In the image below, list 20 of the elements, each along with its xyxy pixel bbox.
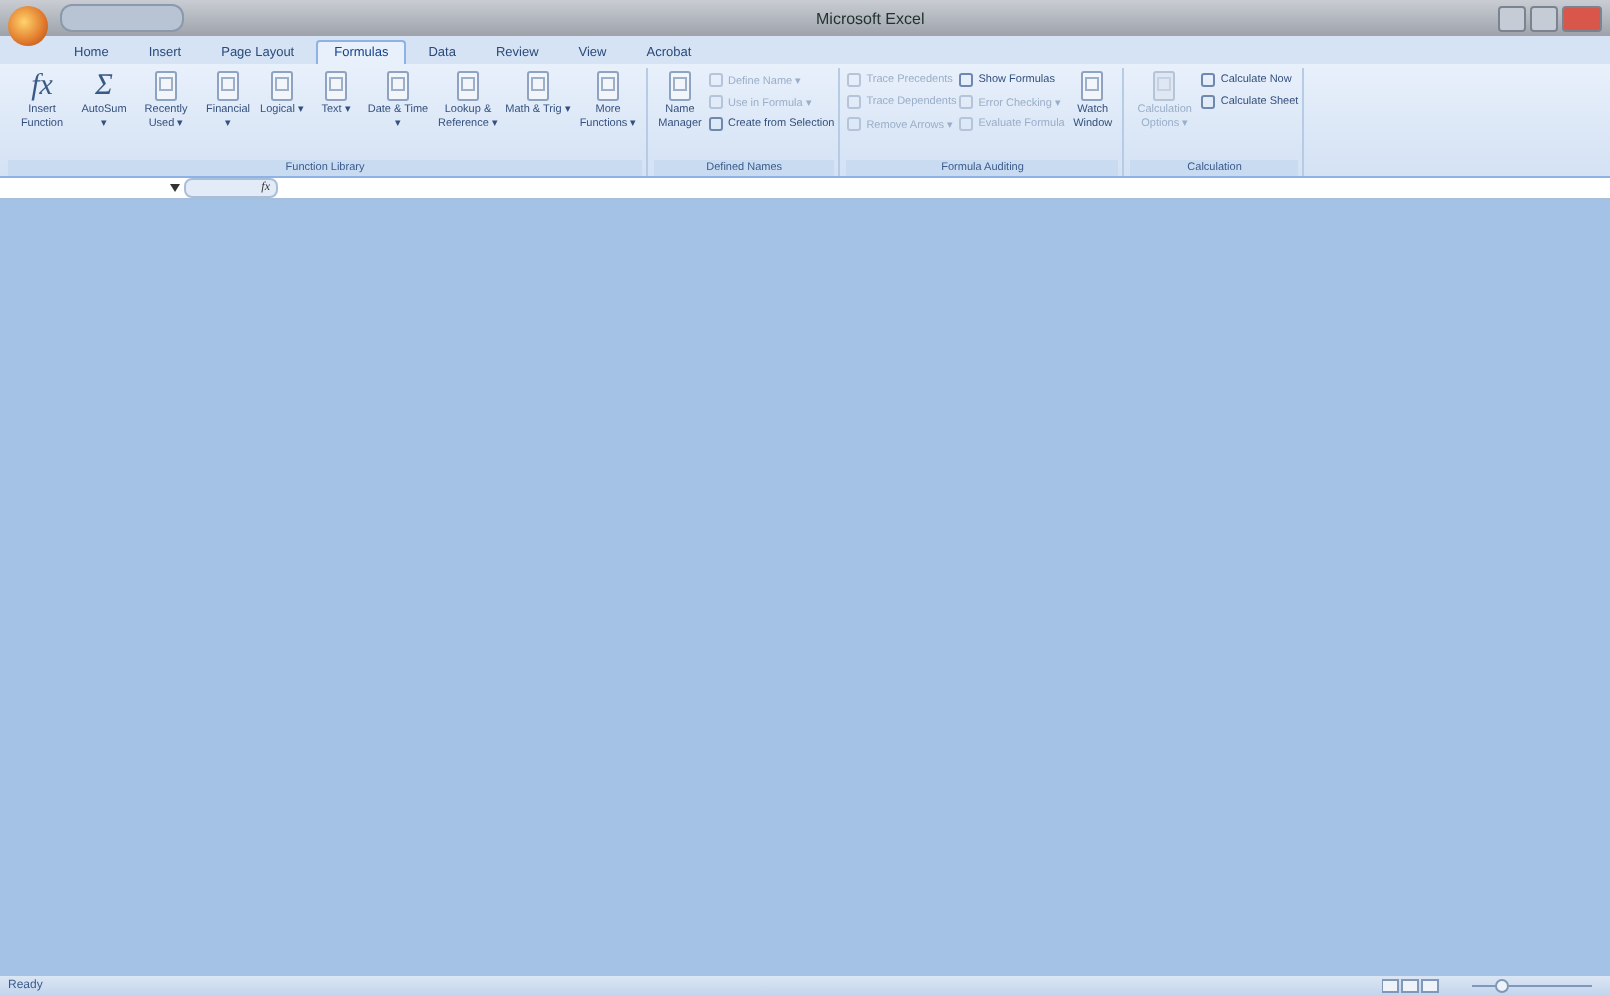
document-icon [664, 68, 696, 104]
document-icon [212, 68, 244, 104]
window-title: Microsoft Excel [816, 9, 925, 27]
document-icon [320, 68, 352, 104]
document-icon [1148, 68, 1181, 104]
quick-access-toolbar[interactable] [60, 4, 184, 32]
document-icon [1076, 68, 1109, 104]
document-icon [382, 68, 414, 104]
dropdown-icon[interactable] [170, 184, 180, 192]
document-icon [592, 68, 624, 104]
function-icon: Σ [95, 68, 113, 104]
function-icon: fx [31, 68, 53, 104]
document-icon [266, 68, 298, 104]
maximize-button[interactable] [1530, 5, 1558, 31]
office-button[interactable] [8, 6, 48, 46]
close-button[interactable] [1562, 5, 1602, 31]
document-icon [522, 68, 554, 104]
document-icon [452, 68, 484, 104]
minimize-button[interactable] [1498, 5, 1526, 31]
document-icon [150, 68, 182, 104]
